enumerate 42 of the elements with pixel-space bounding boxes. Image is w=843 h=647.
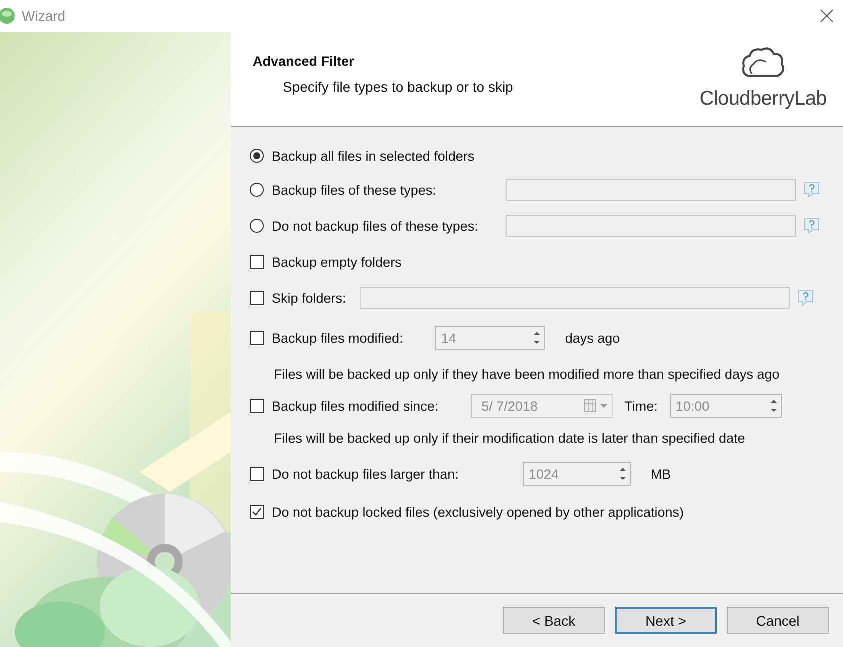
help-icon[interactable] [804, 182, 820, 198]
unit-label: days ago [565, 330, 620, 346]
wizard-button[interactable]: < Back [503, 607, 605, 634]
option-label: Do not backup files of these types: [272, 218, 480, 234]
page-title: Advanced Filter [253, 54, 356, 69]
input-field[interactable] [360, 287, 790, 309]
option-label: Backup files modified: [272, 330, 404, 346]
spin-box[interactable]: 14 [435, 326, 546, 350]
radio-button[interactable] [250, 183, 264, 197]
page-subtitle: Specify file types to backup or to skip [283, 79, 514, 95]
checkbox[interactable] [250, 505, 264, 519]
close-icon[interactable] [819, 8, 835, 24]
option-label: Do not backup files larger than: [272, 466, 459, 482]
help-icon[interactable] [804, 218, 820, 234]
option-label: Backup empty folders [272, 254, 402, 270]
app-icon [0, 7, 16, 25]
unit-label: MB [650, 466, 672, 482]
option-label: Backup files modified since: [272, 398, 439, 414]
wizard-button[interactable]: Cancel [727, 607, 829, 634]
radio-button[interactable] [250, 149, 264, 163]
hint-text: Files will be backed up only if they have been modified more than specified days ago [274, 366, 780, 382]
logo-text: CloudberryLab [700, 88, 827, 111]
wizard-button[interactable]: Next > [615, 607, 717, 634]
spin-box[interactable]: 1024 [522, 462, 631, 486]
checkbox[interactable] [250, 331, 264, 345]
time-field[interactable]: 10:00 [670, 394, 782, 418]
time-label: Time: [624, 398, 658, 414]
checkbox[interactable] [250, 467, 264, 481]
checkbox[interactable] [250, 399, 264, 413]
option-label: Backup all files in selected folders [272, 148, 475, 164]
input-field[interactable] [506, 179, 796, 201]
checkbox[interactable] [250, 255, 264, 269]
checkbox[interactable] [250, 291, 264, 305]
option-label: Skip folders: [272, 290, 346, 306]
radio-button[interactable] [250, 219, 264, 233]
date-picker[interactable]: 5/ 7/2018 [470, 394, 613, 418]
input-field[interactable] [506, 215, 796, 237]
option-label: Do not backup locked files (exclusively opened by other applications) [272, 504, 684, 520]
help-icon[interactable] [798, 290, 814, 306]
option-label: Backup files of these types: [272, 182, 438, 198]
window-title: Wizard [22, 8, 66, 24]
hint-text: Files will be backed up only if their modification date is later than specified date [274, 430, 746, 446]
